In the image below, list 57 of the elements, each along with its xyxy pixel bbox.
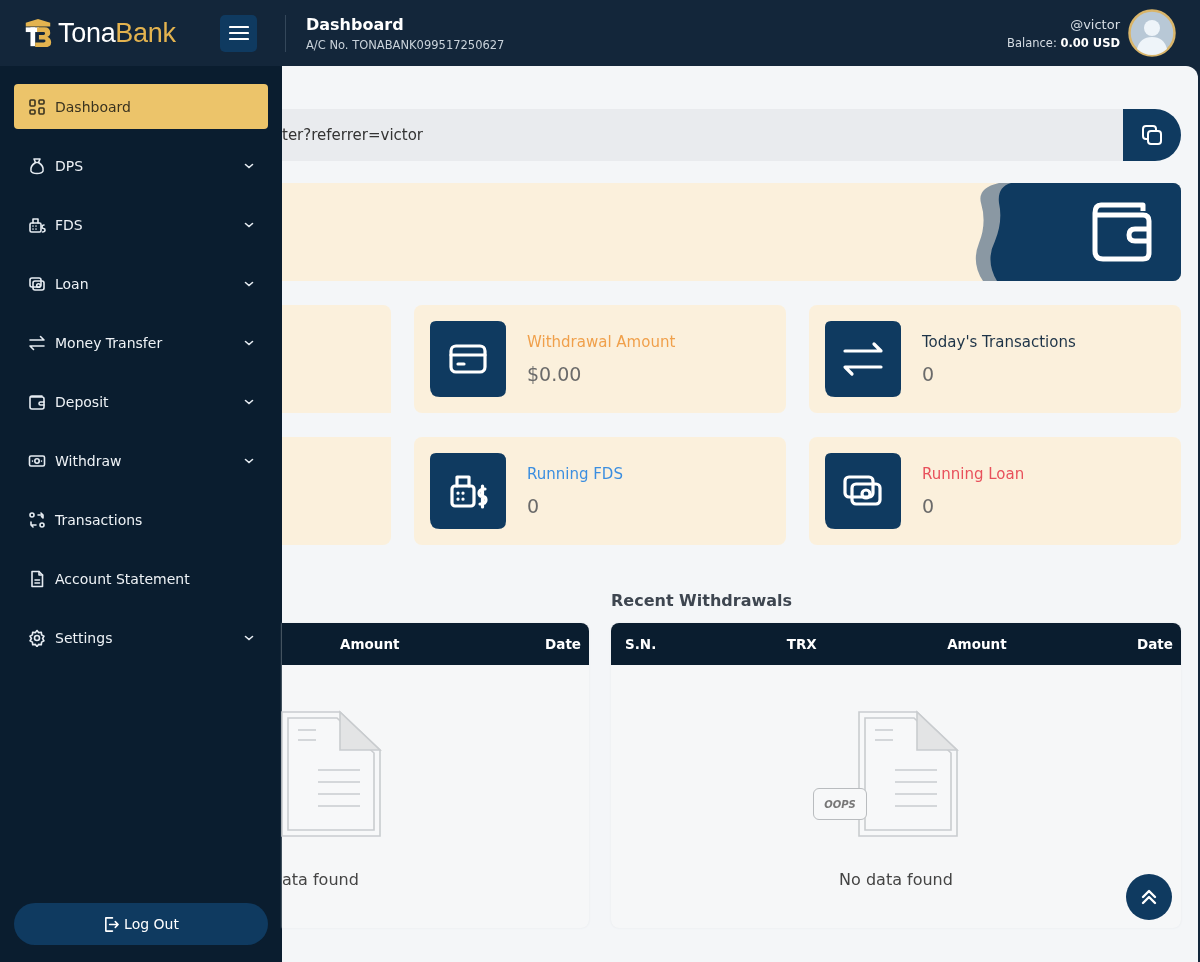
- page-title: Dashboard: [306, 14, 405, 34]
- column-header: TRX: [786, 636, 817, 652]
- sidebar-item[interactable]: Account Statement: [14, 556, 268, 601]
- logout-icon: [103, 915, 121, 933]
- stat-value: 0: [922, 363, 936, 385]
- column-header: Date: [545, 636, 581, 652]
- sidebar-item[interactable]: Settings: [14, 615, 268, 660]
- menu-button[interactable]: [220, 14, 257, 52]
- scroll-to-top-button[interactable]: [1126, 874, 1172, 920]
- loan-icon: [28, 274, 46, 293]
- column-header: Amount: [340, 636, 400, 652]
- oops-bubble: OOPS: [813, 788, 867, 820]
- sidebar-item[interactable]: Deposit: [14, 379, 268, 424]
- card-icon: [430, 321, 506, 397]
- table-title: Recent Withdrawals: [611, 591, 792, 610]
- username: @victor: [1070, 16, 1120, 32]
- fds-icon: [430, 453, 506, 529]
- balance-label: Balance:: [1007, 35, 1057, 50]
- grid-icon: [28, 97, 46, 116]
- settings-icon: [28, 628, 46, 647]
- stat-title: Running Loan: [922, 465, 1025, 483]
- sidebar-item[interactable]: DPS: [14, 143, 268, 188]
- doc-icon: [28, 569, 46, 588]
- stat-value: $0.00: [527, 363, 583, 385]
- empty-message: ata found: [282, 870, 359, 889]
- swap-icon: [28, 333, 46, 352]
- referral-link-field[interactable]: ter?referrer=victor: [282, 109, 1123, 161]
- copy-icon: [1140, 123, 1164, 147]
- logout-button[interactable]: Log Out: [14, 903, 268, 945]
- column-header: Date: [1137, 636, 1173, 652]
- stat-value: 0: [922, 495, 936, 517]
- loan-icon: [825, 453, 901, 529]
- logo-text: TonaBank: [58, 17, 176, 49]
- swap-icon: [825, 321, 901, 397]
- sidebar-item[interactable]: Loan: [14, 261, 268, 306]
- account-number: A/C No. TONABANK099517250627: [306, 37, 505, 52]
- empty-message: No data found: [839, 870, 953, 889]
- sidebar-item[interactable]: Money Transfer: [14, 320, 268, 365]
- stat-title: Running FDS: [527, 465, 623, 483]
- sidebar-item[interactable]: Transactions: [14, 497, 268, 542]
- balance-value: 0.00 USD: [1060, 35, 1120, 50]
- sidebar-item[interactable]: FDS: [14, 202, 268, 247]
- avatar[interactable]: [1128, 9, 1176, 57]
- column-header: Amount: [947, 636, 1007, 652]
- sidebar-item[interactable]: Withdraw: [14, 438, 268, 483]
- column-header: S.N.: [625, 636, 657, 652]
- fds-icon: [28, 215, 46, 234]
- sidebar-item[interactable]: Dashboard: [14, 84, 268, 129]
- bag-icon: [28, 156, 46, 175]
- stat-title: Withdrawal Amount: [527, 333, 676, 351]
- wallet-icon: [28, 392, 46, 411]
- stat-value: 0: [527, 495, 541, 517]
- double-chevron-up-icon: [1139, 887, 1159, 907]
- stat-title: Today's Transactions: [922, 333, 1076, 351]
- copy-button[interactable]: [1123, 109, 1181, 161]
- menu-icon: [228, 25, 249, 41]
- tx-icon: [28, 510, 46, 529]
